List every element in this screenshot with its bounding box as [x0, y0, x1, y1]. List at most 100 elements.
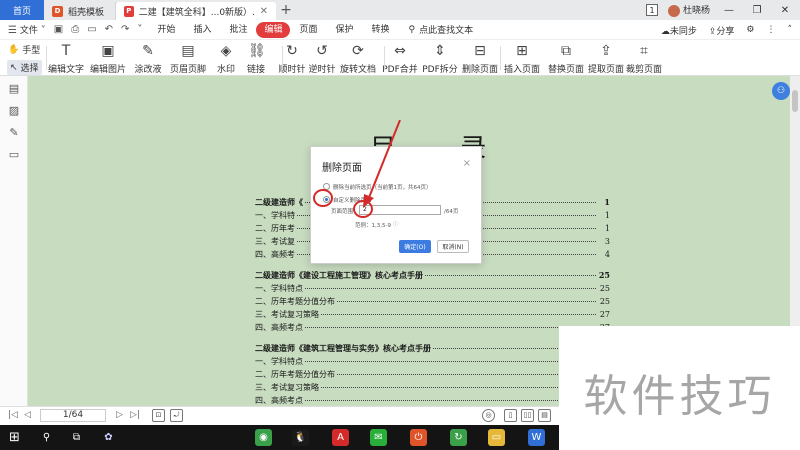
- crop-page-label: 裁剪页面: [625, 65, 662, 75]
- collapse-ribbon-icon[interactable]: ˄: [788, 25, 793, 35]
- sync-status[interactable]: ☁未同步: [661, 24, 697, 37]
- correction-fluid-label: 涂改液: [134, 65, 162, 75]
- page-number-field[interactable]: 1/64: [40, 409, 106, 422]
- crop-page-button[interactable]: ⌗ 裁剪页面: [618, 43, 670, 75]
- folder-icon[interactable]: ▭: [87, 24, 96, 35]
- last-page-button[interactable]: ▷|: [130, 410, 140, 420]
- link-label: 链接: [246, 65, 265, 75]
- first-page-button[interactable]: |◁: [8, 410, 18, 420]
- toc-page-number: 3: [602, 235, 610, 248]
- wps-icon[interactable]: W: [528, 429, 545, 446]
- redo-icon[interactable]: ↷: [121, 24, 129, 35]
- divider: [384, 46, 385, 70]
- undo-icon[interactable]: ↶: [105, 24, 113, 35]
- link-icon: ⛓: [248, 43, 266, 59]
- toc-item-row[interactable]: 二、历年考题分值分布 25: [255, 295, 610, 308]
- toc-page-number: 1: [602, 196, 610, 209]
- toc-text: 四、高频考: [255, 250, 297, 259]
- tab-start[interactable]: 开始: [148, 22, 184, 38]
- qq-icon[interactable]: 🐧: [292, 429, 309, 446]
- continuous-page-icon[interactable]: ▤: [538, 409, 551, 422]
- toc-item-row[interactable]: 一、学科特点 25: [255, 282, 610, 295]
- tab-comment[interactable]: 批注: [220, 22, 256, 38]
- tab-convert[interactable]: 转换: [363, 22, 399, 38]
- scrollbar-thumb[interactable]: [792, 90, 798, 112]
- find-text-search[interactable]: ⚲ 点此查找文本: [409, 23, 474, 37]
- toc-section-row[interactable]: 二级建造师《建筑工程管理与实务》核心考点手册: [255, 342, 610, 355]
- edit-text-icon: T: [61, 43, 71, 59]
- toc-item-row[interactable]: 一、学科特点: [255, 355, 610, 368]
- tab-edit[interactable]: 编辑: [256, 21, 291, 38]
- toc-item-row[interactable]: 四、高频考点27: [255, 321, 610, 334]
- single-page-icon[interactable]: ▯: [504, 409, 517, 422]
- file-explorer-icon[interactable]: ▭: [488, 429, 505, 446]
- read-mode-icon[interactable]: ◎: [482, 409, 495, 422]
- annotate-icon[interactable]: ✎: [7, 126, 21, 140]
- tab-insert[interactable]: 插入: [184, 22, 220, 38]
- replace-page-label: 替换页面: [547, 65, 584, 75]
- tab-protect[interactable]: 保护: [327, 22, 363, 38]
- toc-section-row[interactable]: 二级建造师《建设工程施工管理》核心考点手册 25: [255, 269, 610, 282]
- maximize-button[interactable]: ❐: [748, 5, 766, 16]
- toc-text: 二、历年考: [255, 224, 297, 233]
- toc-item-row[interactable]: 三、考试复习策略 27: [255, 308, 610, 321]
- toc-item-row[interactable]: 二、历年考题分值分布: [255, 368, 610, 381]
- cloud-icon: ☁: [660, 26, 670, 37]
- leader-dots: [255, 400, 596, 401]
- app-red-icon[interactable]: A: [332, 429, 349, 446]
- fit-page-icon[interactable]: ⊡: [152, 409, 165, 422]
- home-tab[interactable]: 首页: [0, 0, 44, 20]
- search-label: 点此查找文本: [419, 26, 474, 36]
- toc-item-row[interactable]: 四、高频考点: [255, 394, 610, 406]
- tab-page[interactable]: 页面: [290, 22, 326, 38]
- save-icon[interactable]: ▣: [54, 24, 63, 35]
- info-icon: ⓘ: [393, 222, 399, 228]
- search-icon[interactable]: ⚲: [38, 429, 55, 446]
- rotate-view-icon[interactable]: ⤾: [170, 409, 183, 422]
- more-icon[interactable]: ˅: [137, 24, 142, 35]
- close-tab-icon[interactable]: ✕: [260, 6, 268, 17]
- task-view-icon[interactable]: ⧉: [68, 429, 85, 446]
- start-button[interactable]: ⊞: [6, 429, 23, 446]
- prev-page-button[interactable]: ◁: [24, 410, 31, 420]
- edit-text-label: 编辑文字: [47, 65, 84, 75]
- print-icon[interactable]: ⎙: [71, 24, 79, 35]
- toc-item-row[interactable]: 三、考试复习策略: [255, 381, 610, 394]
- pinwheel-app-icon[interactable]: ✿: [100, 429, 117, 446]
- user-profile[interactable]: 杜晓杨: [667, 3, 710, 17]
- app-power-icon[interactable]: ⏻: [410, 429, 427, 446]
- settings-icon[interactable]: ⚙: [746, 25, 754, 35]
- next-page-button[interactable]: ▷: [116, 410, 123, 420]
- thumbnail-icon[interactable]: ▤: [7, 82, 21, 96]
- minimize-button[interactable]: —: [720, 5, 738, 16]
- app-green-icon[interactable]: ◉: [255, 429, 272, 446]
- more-options-icon[interactable]: ⋮: [767, 25, 776, 35]
- dialog-title: 删除页面: [322, 163, 362, 174]
- comment-icon[interactable]: ▭: [7, 148, 21, 162]
- edit-image-icon: ▣: [101, 43, 115, 59]
- hand-tool[interactable]: ✋ 手型: [8, 43, 40, 57]
- watermark-text: 软件技巧: [583, 371, 776, 422]
- tab-template[interactable]: D 稻壳模板: [44, 2, 116, 20]
- hamburger-icon: ☰: [8, 25, 17, 36]
- new-tab-button[interactable]: +: [276, 0, 296, 20]
- delete-page-label: 删除页面: [461, 65, 498, 75]
- leader-dots: [255, 327, 596, 328]
- tab-pdf-document[interactable]: P 二建【建筑全科】...0新版）.pdf ✕: [116, 2, 276, 20]
- app-refresh-icon[interactable]: ↻: [450, 429, 467, 446]
- toc-text: 一、学科特点: [255, 357, 305, 366]
- window-count-badge[interactable]: 1: [645, 4, 658, 16]
- image-icon[interactable]: ▨: [7, 104, 21, 118]
- close-window-button[interactable]: ✕: [776, 5, 794, 16]
- file-menu[interactable]: ☰ 文件 ˅: [8, 23, 46, 36]
- toc-text: 一、学科特点: [255, 284, 305, 293]
- close-icon[interactable]: ×: [463, 158, 471, 169]
- cancel-button[interactable]: 取消(N): [437, 240, 469, 253]
- select-tool[interactable]: ↖ 选择: [7, 60, 42, 75]
- wechat-icon[interactable]: ✉: [370, 429, 387, 446]
- share-button[interactable]: ⇪分享: [709, 24, 735, 37]
- docer-logo-icon: D: [52, 5, 63, 17]
- confirm-button[interactable]: 确定(O): [399, 240, 431, 253]
- floating-tool-button[interactable]: ⚇: [772, 82, 790, 100]
- double-page-icon[interactable]: ▯▯: [521, 409, 534, 422]
